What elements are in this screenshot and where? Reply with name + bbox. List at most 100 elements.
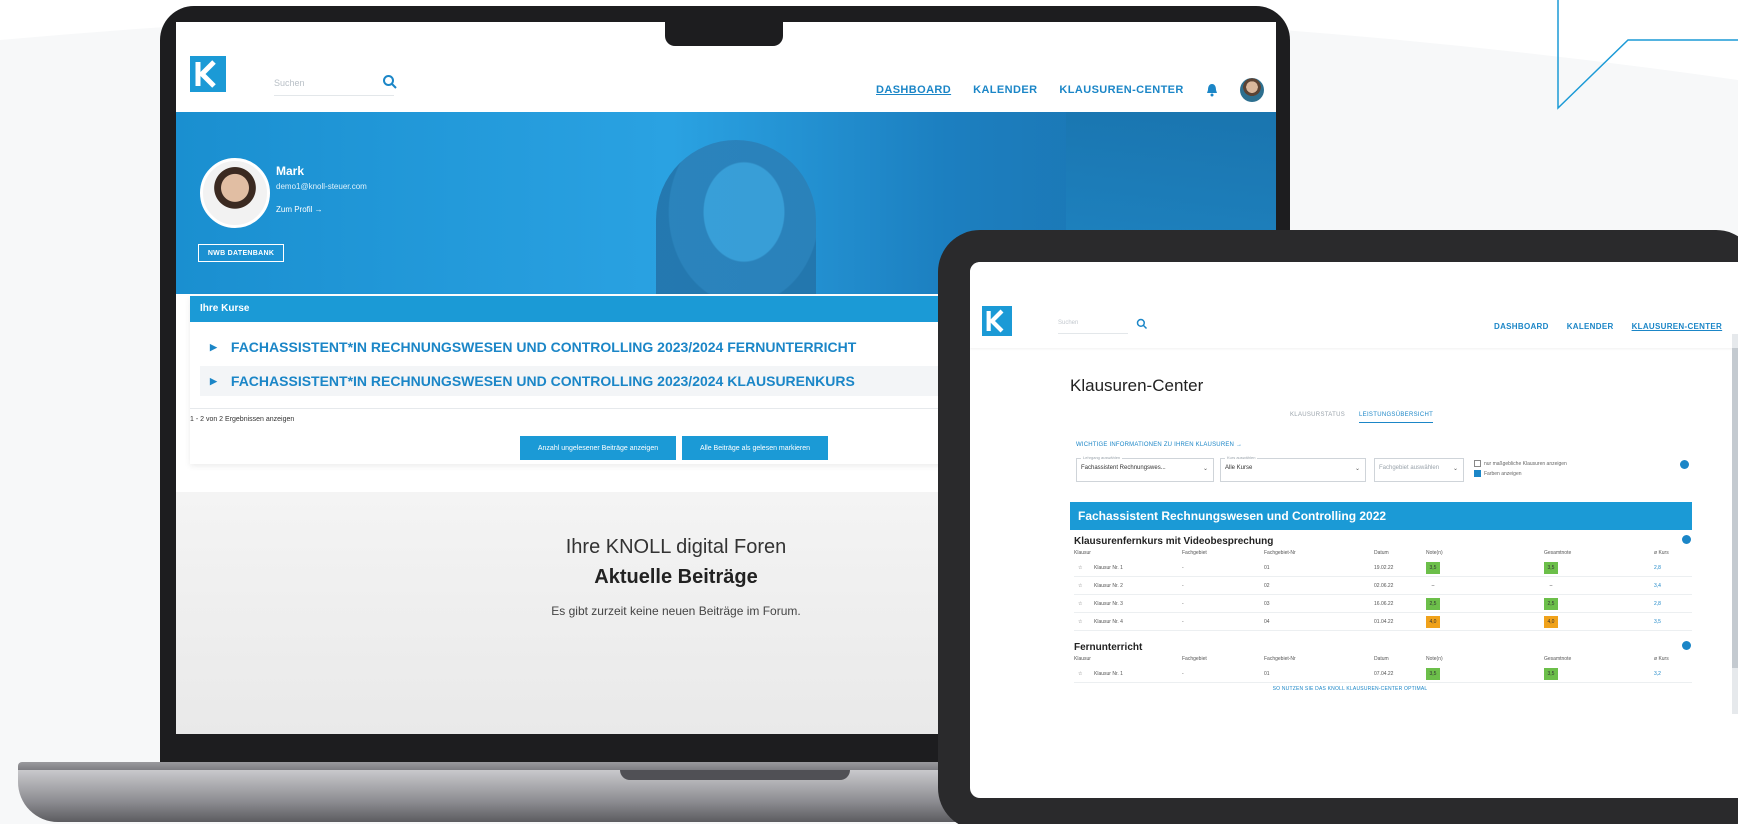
user-avatar[interactable]	[1239, 78, 1264, 102]
total-grade-badge: –	[1549, 583, 1553, 589]
exam-name: Klausur Nr. 1	[1094, 671, 1123, 677]
product-mockup: Suchen DASHBOARD KALENDER KLAUSUREN-CENT…	[0, 0, 1738, 824]
grade-badge: 4,0	[1426, 616, 1440, 628]
exam-name: Klausur Nr. 2	[1094, 583, 1123, 589]
table-row[interactable]: ☆ Klausur Nr. 4 - 04 01.04.22 4,0 4,0 3,5	[1074, 613, 1692, 631]
laptop-notch	[665, 20, 783, 46]
table-header-row: Klausur Fachgebiet Fachgebiet-Nr Datum Note(…	[1074, 654, 1692, 665]
mark-all-read-button[interactable]: Alle Beiträge als gelesen markieren	[682, 436, 828, 460]
tablet-screen: Suchen DASHBOARD KALENDER KLAUSUREN-CENT…	[970, 262, 1738, 798]
course-title[interactable]: FACHASSISTENT*IN RECHNUNGSWESEN UND CONT…	[231, 373, 855, 389]
checkbox-show-colors[interactable]: Farben anzeigen	[1474, 470, 1522, 477]
column-header: Datum	[1374, 550, 1389, 556]
total-grade-badge: 3,5	[1544, 668, 1558, 680]
subject-number: 04	[1264, 619, 1270, 625]
exam-date: 02.06.22	[1374, 583, 1394, 589]
table-row[interactable]: ☆ Klausur Nr. 1 - 01 07.04.22 3,5 3,5 3,2	[1074, 665, 1692, 683]
search-input[interactable]: Suchen	[274, 78, 394, 96]
profile-email: demo1@knoll-steuer.com	[276, 182, 367, 191]
column-header: Note(n)	[1426, 550, 1443, 556]
course-title[interactable]: FACHASSISTENT*IN RECHNUNGSWESEN UND CONT…	[231, 339, 856, 355]
table-row[interactable]: ☆ Klausur Nr. 2 - 02 02.06.22 – – 3,4	[1074, 577, 1692, 595]
course-average-link[interactable]: 3,2	[1654, 671, 1661, 677]
nav-klausuren-center[interactable]: KLAUSUREN-CENTER	[1632, 322, 1723, 331]
main-navigation: DASHBOARD KALENDER KLAUSUREN-CENTER	[876, 78, 1264, 102]
tab-leistungsuebersicht[interactable]: LEISTUNGSÜBERSICHT	[1359, 412, 1434, 423]
subject: -	[1182, 583, 1184, 589]
exam-date: 01.04.22	[1374, 619, 1394, 625]
nav-dashboard[interactable]: DASHBOARD	[876, 84, 951, 96]
column-header: Datum	[1374, 656, 1389, 662]
kurs-select[interactable]: Kurs auswählen Alle Kurse ⌄	[1220, 455, 1366, 482]
course-select-value: Fachassistent Rechnungswes...	[1081, 465, 1166, 471]
table-row[interactable]: ☆ Klausur Nr. 1 - 01 19.02.22 3,5 3,5 2,8	[1074, 559, 1692, 577]
knoll-logo[interactable]	[190, 56, 226, 92]
tab-bar: KLAUSURSTATUS LEISTUNGSÜBERSICHT	[1290, 412, 1434, 423]
profile-link[interactable]: Zum Profil →	[276, 205, 323, 214]
grade-badge: 2,5	[1426, 598, 1440, 610]
grade-badge: 3,5	[1426, 562, 1440, 574]
column-header: Fachgebiet-Nr	[1264, 656, 1296, 662]
scrollbar-thumb[interactable]	[1732, 348, 1738, 668]
bell-icon[interactable]	[1206, 83, 1218, 97]
total-grade-badge: 4,0	[1544, 616, 1558, 628]
subject-number: 02	[1264, 583, 1270, 589]
caret-right-icon: ▶	[210, 341, 217, 352]
exam-date: 07.04.22	[1374, 671, 1394, 677]
exam-name: Klausur Nr. 3	[1094, 601, 1123, 607]
column-header: Klausur	[1074, 550, 1091, 556]
corner-decoration	[1557, 0, 1738, 110]
info-icon[interactable]	[1680, 460, 1689, 469]
results-table: Klausur Fachgebiet Fachgebiet-Nr Datum Note(…	[1074, 654, 1692, 683]
checkbox-label: Farben anzeigen	[1484, 470, 1522, 477]
course-item[interactable]: ▶ FACHASSISTENT*IN RECHNUNGSWESEN UND CO…	[210, 332, 856, 362]
info-icon[interactable]	[1682, 535, 1691, 544]
subject: -	[1182, 601, 1184, 607]
laptop-opening-notch	[620, 770, 850, 780]
column-header: Note(n)	[1426, 656, 1443, 662]
knoll-logo[interactable]	[982, 306, 1012, 336]
course-average-link[interactable]: 3,4	[1654, 583, 1661, 589]
star-icon[interactable]: ☆	[1078, 565, 1082, 571]
checkbox-unchecked[interactable]	[1474, 460, 1481, 467]
info-icon[interactable]	[1682, 641, 1691, 650]
subject: -	[1182, 565, 1184, 571]
course-average-link[interactable]: 2,8	[1654, 565, 1661, 571]
star-icon[interactable]: ☆	[1078, 619, 1082, 625]
nav-kalender[interactable]: KALENDER	[973, 84, 1037, 96]
search-icon[interactable]	[382, 74, 398, 90]
nav-kalender[interactable]: KALENDER	[1567, 322, 1614, 331]
column-header: Klausur	[1074, 656, 1091, 662]
fachgebiet-select[interactable]: Fachgebiet auswählen ⌄	[1374, 458, 1464, 482]
checkbox-checked[interactable]	[1474, 470, 1481, 477]
subject: -	[1182, 619, 1184, 625]
info-link[interactable]: WICHTIGE INFORMATIONEN ZU IHREN KLAUSURE…	[1076, 442, 1242, 448]
subject-number: 01	[1264, 565, 1270, 571]
show-unread-button[interactable]: Anzahl ungelesener Beiträge anzeigen	[520, 436, 676, 460]
nwb-database-button[interactable]: NWB DATENBANK	[198, 244, 284, 262]
tab-klausurstatus[interactable]: KLAUSURSTATUS	[1290, 412, 1345, 423]
column-header: Fachgebiet-Nr	[1264, 550, 1296, 556]
grade-badge: –	[1431, 583, 1435, 589]
fachgebiet-select-value: Fachgebiet auswählen	[1379, 465, 1440, 471]
course-average-link[interactable]: 2,8	[1654, 601, 1661, 607]
nav-dashboard[interactable]: DASHBOARD	[1494, 322, 1549, 331]
star-icon[interactable]: ☆	[1078, 583, 1082, 589]
help-link[interactable]: SO NUTZEN SIE DAS KNOLL KLAUSUREN-CENTER…	[1150, 686, 1550, 692]
star-icon[interactable]: ☆	[1078, 671, 1082, 677]
column-header: ø Kurs	[1654, 550, 1669, 556]
column-header: Fachgebiet	[1182, 656, 1207, 662]
exam-date: 16.06.22	[1374, 601, 1394, 607]
results-table: Klausur Fachgebiet Fachgebiet-Nr Datum Note(…	[1074, 548, 1692, 631]
checkbox-relevant-only[interactable]: nur maßgebliche Klausuren anzeigen	[1474, 460, 1567, 467]
subject-number: 01	[1264, 671, 1270, 677]
star-icon[interactable]: ☆	[1078, 601, 1082, 607]
table-row[interactable]: ☆ Klausur Nr. 3 - 03 16.06.22 2,5 2,5 2,8	[1074, 595, 1692, 613]
search-icon[interactable]	[1136, 318, 1148, 330]
search-input[interactable]: Suchen	[1058, 320, 1128, 334]
course-average-link[interactable]: 3,5	[1654, 619, 1661, 625]
profile-avatar	[200, 158, 270, 228]
caret-right-icon: ▶	[210, 375, 217, 386]
course-select[interactable]: Lehrgang auswählen Fachassistent Rechnun…	[1076, 455, 1214, 482]
nav-klausuren-center[interactable]: KLAUSUREN-CENTER	[1059, 84, 1183, 96]
